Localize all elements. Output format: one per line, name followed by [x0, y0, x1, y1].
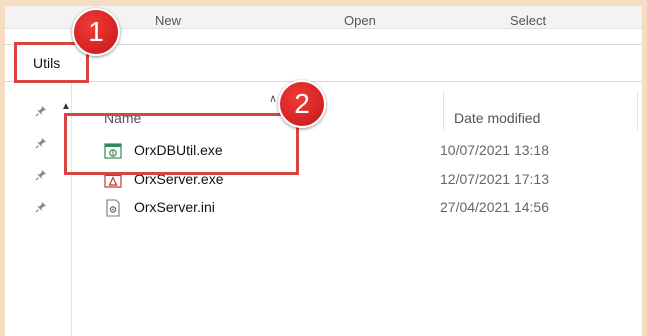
- ribbon-new-button[interactable]: New: [155, 13, 181, 28]
- file-date: 10/07/2021 13:18: [440, 142, 549, 158]
- column-separator[interactable]: [637, 92, 638, 130]
- pin-icon[interactable]: [35, 201, 47, 213]
- pin-icon[interactable]: [35, 169, 47, 181]
- file-date: 12/07/2021 17:13: [440, 171, 549, 187]
- sort-ascending-icon: ∧: [269, 93, 278, 105]
- step-badge-2: 2: [278, 80, 326, 128]
- step-badge-1: 1: [72, 8, 120, 56]
- list-item[interactable]: OrxServer.ini 27/04/2021 14:56: [104, 197, 634, 219]
- chevron-up-icon[interactable]: ▲: [61, 101, 71, 112]
- file-date: 27/04/2021 14:56: [440, 199, 549, 215]
- pin-icon[interactable]: [35, 137, 47, 149]
- highlight-box-orxdbutil: [64, 113, 299, 175]
- navigation-pane: [5, 82, 71, 336]
- ribbon-open-button[interactable]: Open: [344, 13, 376, 28]
- pin-icon[interactable]: [35, 105, 47, 117]
- column-separator[interactable]: [443, 92, 444, 130]
- file-name[interactable]: OrxServer.ini: [134, 199, 215, 215]
- column-header-date-modified[interactable]: Date modified: [454, 110, 540, 126]
- ini-settings-icon: [104, 199, 122, 217]
- ribbon-select-button[interactable]: Select: [510, 13, 546, 28]
